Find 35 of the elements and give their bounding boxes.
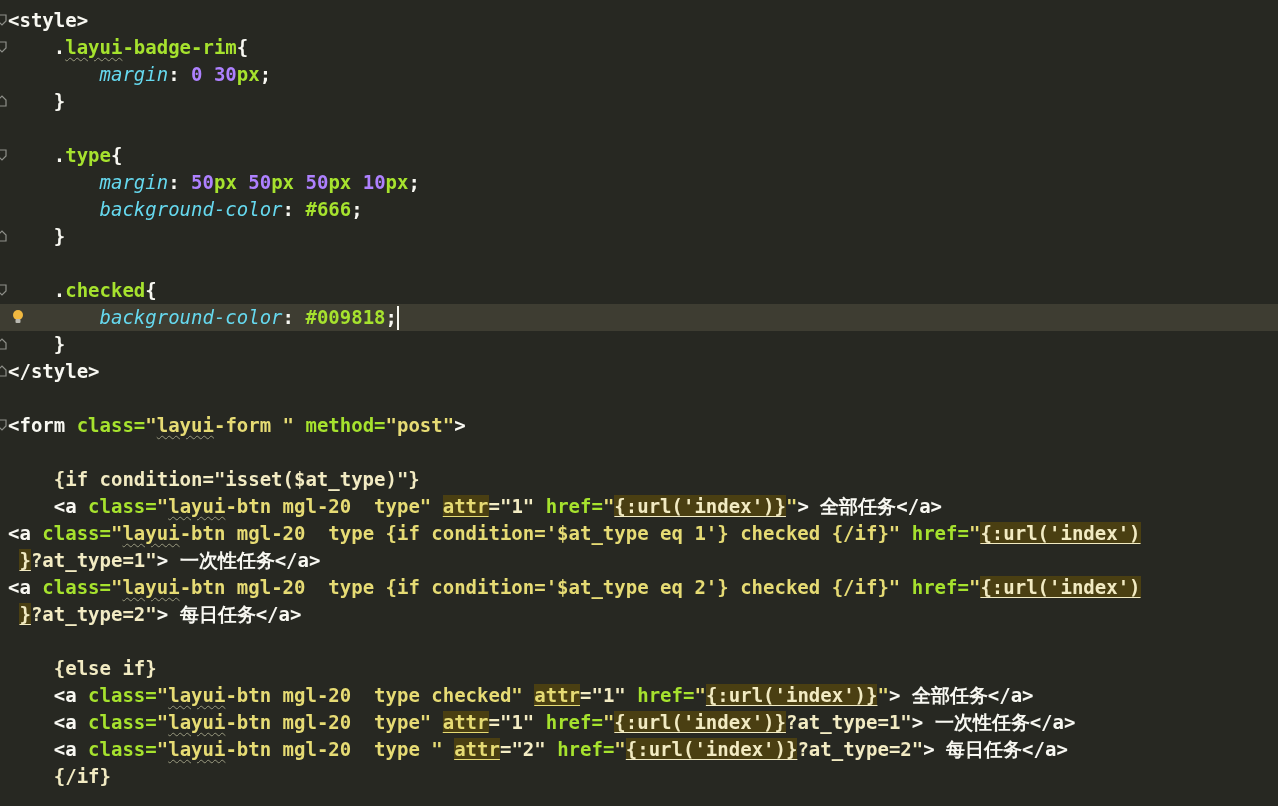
code-line: .checked{ <box>53 278 157 303</box>
fold-icon[interactable] <box>0 338 7 350</box>
code-line: } <box>53 224 66 249</box>
code-line: <a class="layui-btn mgl-20 type {if condition='$at_type eq 1'} checked {/if}" href="{:url('index') <box>8 521 1141 547</box>
fold-icon[interactable] <box>0 95 7 107</box>
fold-icon[interactable] <box>0 230 7 242</box>
code-line: .type{ <box>53 143 123 168</box>
fold-icon[interactable] <box>0 365 7 377</box>
code-line: <a class="layui-btn mgl-20 type" attr="1" href="{:url('index')}?at_type=1"> 一次性任务</a> <box>53 710 1076 736</box>
code-line: {else if} <box>53 656 157 681</box>
code-line: {if condition="isset($at_type)"} <box>53 467 420 493</box>
code-line: <a class="layui-btn mgl-20 type checked" attr="1" href="{:url('index')}"> 全部任务</a> <box>53 683 1034 708</box>
lightbulb-icon[interactable] <box>12 309 24 325</box>
code-line: margin: 50px 50px 50px 10px; <box>99 170 420 195</box>
code-line: margin: 0 30px; <box>99 62 272 87</box>
code-line: {/if} <box>53 764 111 789</box>
fold-icon[interactable] <box>0 284 7 296</box>
code-line: <a class="layui-btn mgl-20 type " attr="2" href="{:url('index')}?at_type=2"> 每日任务</a> <box>53 737 1068 763</box>
text-cursor <box>396 305 399 330</box>
code-line: background-color: #009818; <box>99 305 397 330</box>
code-line: <a class="layui-btn mgl-20 type" attr="1" href="{:url('index')}"> 全部任务</a> <box>53 494 943 519</box>
fold-icon[interactable] <box>0 149 7 161</box>
code-line: <style> <box>8 8 89 33</box>
fold-icon[interactable] <box>0 41 7 53</box>
code-line: <a class="layui-btn mgl-20 type {if condition='$at_type eq 2'} checked {/if}" href="{:url('index') <box>8 575 1141 601</box>
code-line: }?at_type=2"> 每日任务</a> <box>19 602 302 628</box>
code-line: background-color: #666; <box>99 197 363 222</box>
fold-icon[interactable] <box>0 14 7 26</box>
code-line: </style> <box>8 359 100 384</box>
code-line: .layui-badge-rim{ <box>53 35 249 60</box>
code-line: } <box>53 89 66 114</box>
code-line: }?at_type=1"> 一次性任务</a> <box>19 548 321 574</box>
code-line: } <box>53 332 66 357</box>
fold-icon[interactable] <box>0 419 7 431</box>
code-line: <form class="layui-form " method="post"> <box>8 413 466 438</box>
